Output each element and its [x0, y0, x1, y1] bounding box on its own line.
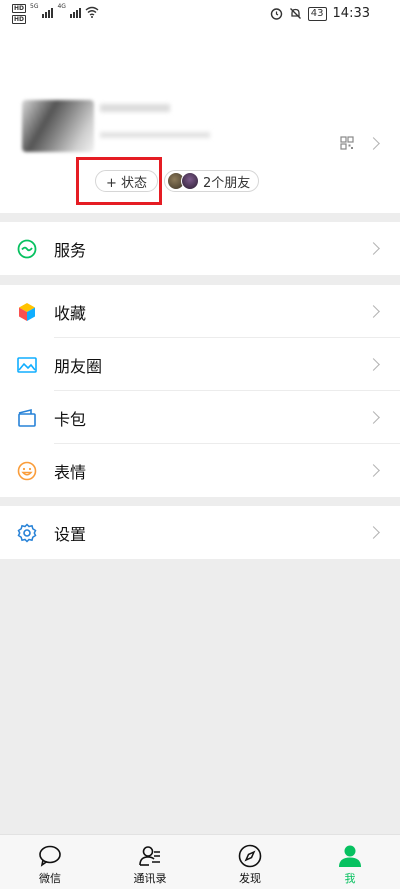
qr-code-icon[interactable] [340, 136, 354, 150]
moments-picture-icon [17, 357, 37, 373]
favorites-cube-icon [19, 303, 35, 321]
signal-bars-icon [69, 6, 81, 18]
friend-avatar [181, 172, 199, 190]
gear-icon [17, 523, 37, 543]
signal-bars-icon [42, 6, 54, 18]
highlight-box [76, 157, 162, 205]
menu-item-moments[interactable]: 朋友圈 [0, 338, 400, 391]
chat-bubble-icon [39, 845, 61, 867]
status-bar: HD HD 5G 4G 43 14:33 [0, 0, 400, 30]
bottom-tab-bar: 微信 通讯录 发现 我 [0, 834, 400, 889]
menu-item-services[interactable]: 服务 [0, 222, 400, 275]
wechat-id-redacted [100, 132, 210, 138]
smiley-icon [17, 461, 37, 481]
signal-indicators: HD HD 5G 4G [12, 3, 99, 24]
tab-label: 通讯录 [133, 872, 167, 885]
settings-section: 设置 [0, 506, 400, 559]
chevron-right-icon [367, 526, 380, 539]
tab-contacts[interactable]: 通讯录 [100, 835, 200, 889]
profile-header[interactable]: + 状态 2个朋友 [0, 30, 400, 213]
chevron-right-icon [367, 464, 380, 477]
tab-chats[interactable]: 微信 [0, 835, 100, 889]
menu-label: 卡包 [54, 409, 87, 429]
chevron-right-icon [367, 242, 380, 255]
features-section: 收藏 朋友圈 卡包 表情 [0, 285, 400, 497]
tab-label: 发现 [239, 872, 261, 885]
menu-item-cards[interactable]: 卡包 [0, 391, 400, 444]
hd-badge: HD [12, 15, 27, 24]
alarm-icon [270, 8, 282, 20]
chevron-right-icon [367, 358, 380, 371]
services-section: 服务 [0, 222, 400, 275]
menu-item-favorites[interactable]: 收藏 [0, 285, 400, 338]
wifi-icon [85, 6, 99, 18]
services-icon [17, 239, 37, 259]
menu-item-settings[interactable]: 设置 [0, 506, 400, 559]
menu-label: 收藏 [54, 303, 87, 323]
menu-label: 设置 [54, 524, 87, 544]
menu-item-stickers[interactable]: 表情 [0, 444, 400, 497]
contacts-icon [139, 846, 160, 866]
compass-icon [238, 844, 262, 868]
chevron-right-icon [367, 137, 380, 150]
person-icon [339, 845, 361, 867]
battery-icon: 43 [307, 6, 327, 21]
menu-label: 服务 [54, 240, 87, 260]
hd-badge: HD [12, 4, 27, 13]
nickname-redacted [100, 104, 170, 112]
network-type: 5G [30, 3, 39, 10]
tab-label: 我 [344, 872, 356, 885]
menu-label: 朋友圈 [54, 356, 103, 376]
mute-bell-icon [289, 8, 301, 19]
menu-label: 表情 [54, 462, 87, 482]
network-type: 4G [57, 3, 66, 10]
clock: 14:33 [332, 6, 370, 21]
wallet-card-icon [18, 408, 36, 427]
chevron-right-icon [367, 411, 380, 424]
avatar[interactable] [22, 100, 94, 152]
friends-label: 2个朋友 [203, 175, 251, 191]
friends-status-button[interactable]: 2个朋友 [164, 170, 260, 192]
tab-me[interactable]: 我 [300, 835, 400, 889]
tab-discover[interactable]: 发现 [200, 835, 300, 889]
chevron-right-icon [367, 305, 380, 318]
tab-label: 微信 [39, 872, 61, 885]
